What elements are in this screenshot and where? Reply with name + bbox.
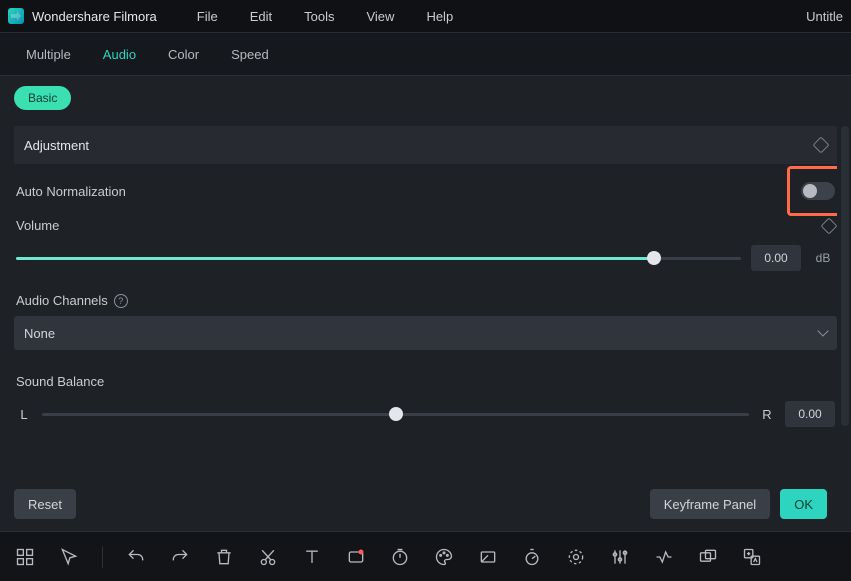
sound-balance-value[interactable]: 0.00: [785, 401, 835, 427]
cut-icon[interactable]: [257, 546, 279, 568]
mixer-icon[interactable]: [609, 546, 631, 568]
auto-normalization-toggle[interactable]: [801, 182, 835, 200]
section-adjustment[interactable]: Adjustment: [14, 126, 837, 164]
volume-keyframe-icon[interactable]: [821, 217, 837, 234]
reset-button[interactable]: Reset: [14, 489, 76, 519]
menu-view[interactable]: View: [366, 9, 394, 24]
row-volume-header: Volume: [14, 218, 837, 241]
menu-help[interactable]: Help: [426, 9, 453, 24]
menubar: Wondershare Filmora File Edit Tools View…: [0, 0, 851, 32]
row-sound-balance-slider: L R 0.00: [14, 397, 837, 445]
app-name: Wondershare Filmora: [32, 9, 157, 24]
redo-icon[interactable]: [169, 546, 191, 568]
menu-file[interactable]: File: [197, 9, 218, 24]
delete-icon[interactable]: [213, 546, 235, 568]
row-sound-balance-header: Sound Balance: [14, 368, 837, 397]
chroma-key-icon[interactable]: [565, 546, 587, 568]
volume-slider[interactable]: [16, 249, 741, 267]
menu-tools[interactable]: Tools: [304, 9, 334, 24]
speed-timer-icon[interactable]: [389, 546, 411, 568]
audio-channels-select[interactable]: None: [14, 316, 837, 350]
help-icon[interactable]: ?: [114, 294, 128, 308]
tab-speed[interactable]: Speed: [215, 35, 285, 74]
volume-label: Volume: [16, 218, 59, 233]
menu-edit[interactable]: Edit: [250, 9, 272, 24]
sound-balance-label: Sound Balance: [16, 374, 104, 389]
section-title: Adjustment: [24, 138, 89, 153]
crop-icon[interactable]: [477, 546, 499, 568]
undo-icon[interactable]: [125, 546, 147, 568]
volume-value[interactable]: 0.00: [751, 245, 801, 271]
balance-left-label: L: [16, 407, 32, 422]
chevron-down-icon: [817, 325, 828, 336]
text-icon[interactable]: [301, 546, 323, 568]
document-title: Untitle: [806, 9, 843, 24]
subtab-basic[interactable]: Basic: [14, 86, 71, 110]
toggle-knob-icon: [803, 184, 817, 198]
volume-unit: dB: [811, 251, 835, 265]
toolbar-divider: [102, 546, 103, 568]
row-auto-normalization: Auto Normalization: [14, 164, 837, 218]
audio-channels-label: Audio Channels: [16, 293, 108, 308]
pointer-icon[interactable]: [58, 546, 80, 568]
sound-balance-slider[interactable]: [42, 405, 749, 423]
tab-audio[interactable]: Audio: [87, 35, 152, 74]
tab-multiple[interactable]: Multiple: [10, 35, 87, 74]
keyframe-panel-button[interactable]: Keyframe Panel: [650, 489, 771, 519]
ok-button[interactable]: OK: [780, 489, 827, 519]
audio-channels-value: None: [24, 326, 55, 341]
stopwatch-icon[interactable]: [521, 546, 543, 568]
group-icon[interactable]: [697, 546, 719, 568]
row-audio-channels-header: Audio Channels ?: [14, 289, 837, 316]
audio-ducking-icon[interactable]: [653, 546, 675, 568]
panel-footer: Reset Keyframe Panel OK: [14, 489, 827, 519]
row-volume-slider: 0.00 dB: [14, 241, 837, 289]
balance-thumb-icon[interactable]: [389, 407, 403, 421]
balance-right-label: R: [759, 407, 775, 422]
record-icon[interactable]: [345, 546, 367, 568]
color-palette-icon[interactable]: [433, 546, 455, 568]
auto-normalization-label: Auto Normalization: [16, 184, 126, 199]
translate-icon[interactable]: [741, 546, 763, 568]
layout-grid-icon[interactable]: [14, 546, 36, 568]
vertical-scrollbar[interactable]: [841, 126, 849, 426]
app-logo-icon: [8, 8, 24, 24]
audio-panel: Basic Adjustment Auto Normalization Volu…: [0, 76, 851, 531]
keyframe-icon[interactable]: [813, 137, 830, 154]
property-tabs: Multiple Audio Color Speed: [0, 32, 851, 76]
tab-color[interactable]: Color: [152, 35, 215, 74]
volume-thumb-icon[interactable]: [647, 251, 661, 265]
bottom-toolbar: [0, 531, 851, 581]
